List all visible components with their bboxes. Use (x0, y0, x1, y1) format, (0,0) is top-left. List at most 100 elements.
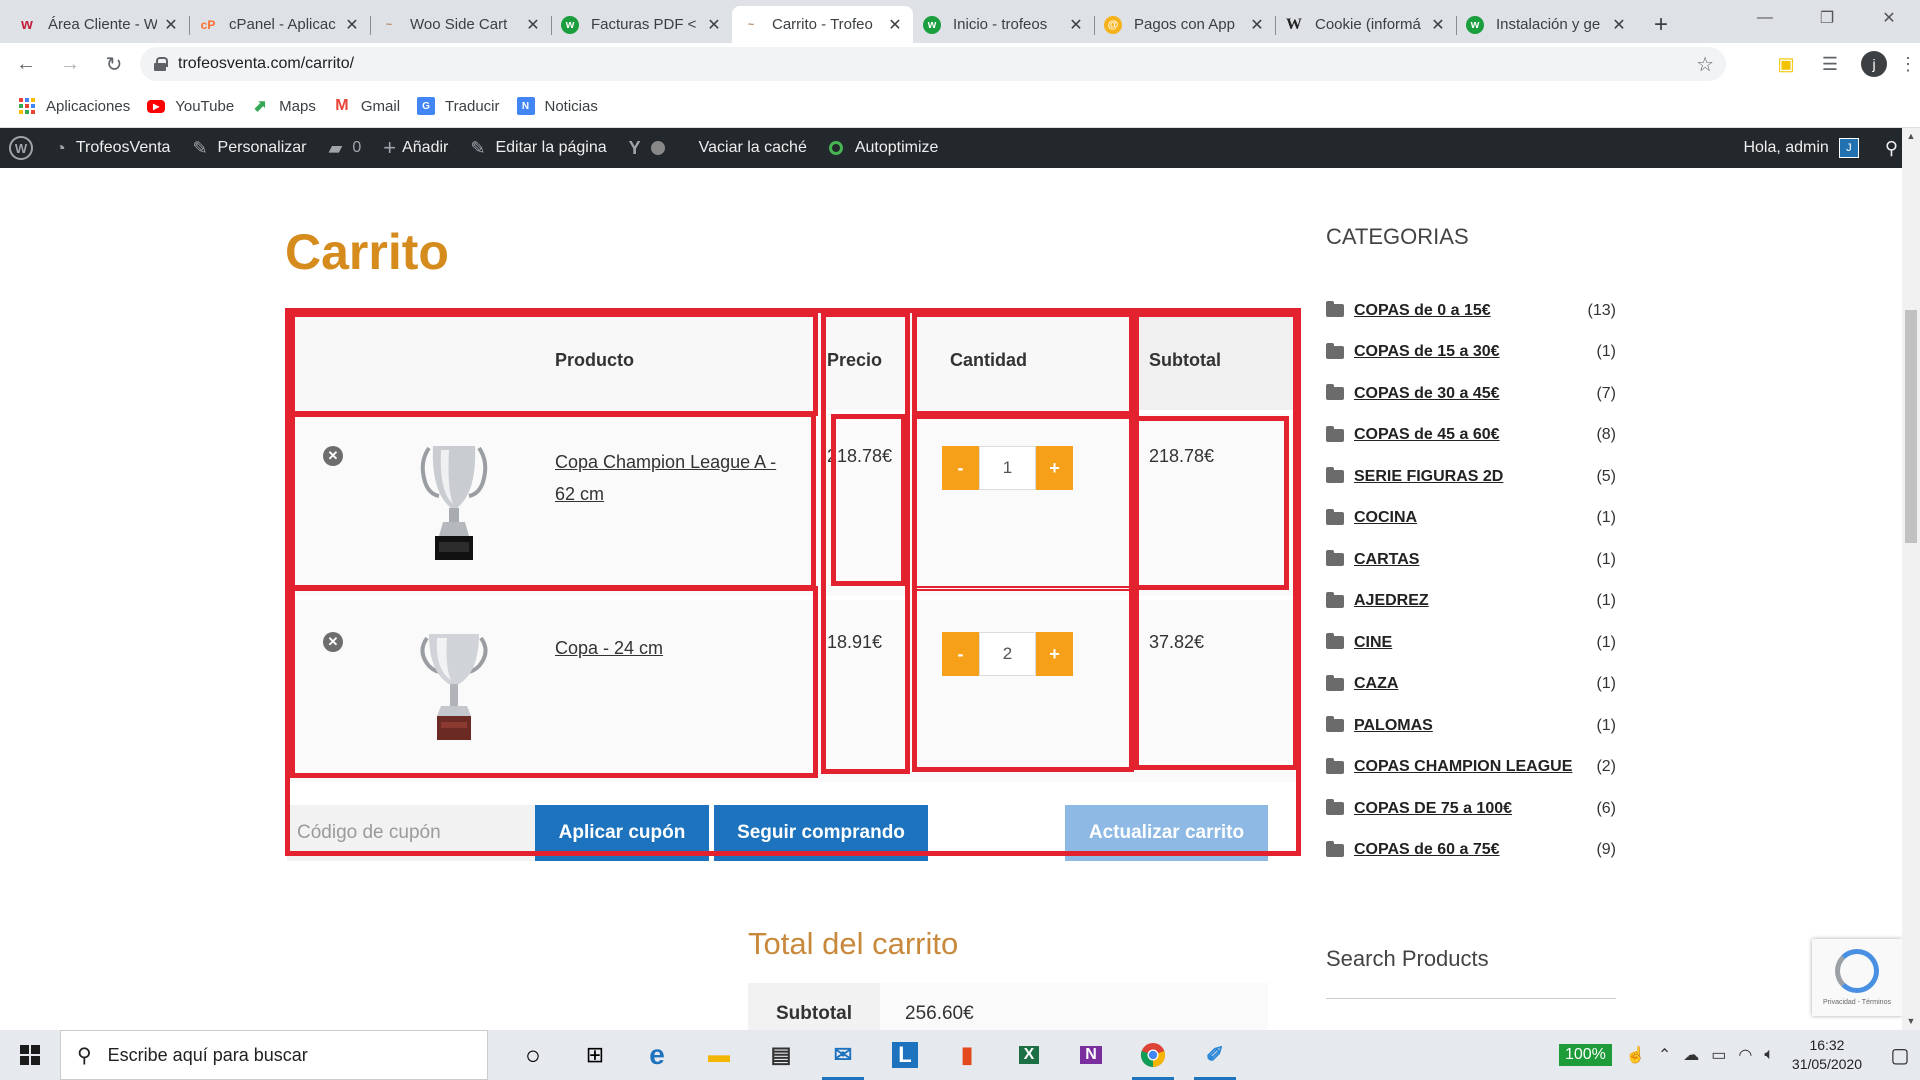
notifications-icon[interactable]: ▢ (1880, 1043, 1920, 1068)
category-link[interactable]: COPAS de 60 a 75€ (1354, 841, 1596, 859)
close-window-icon[interactable]: ✕ (1858, 0, 1920, 36)
bookmark-news[interactable]: N Noticias (516, 97, 598, 115)
category-item[interactable]: COCINA (1) (1326, 498, 1616, 540)
close-icon[interactable]: ✕ (163, 15, 179, 35)
avatar[interactable]: J (1838, 138, 1859, 158)
category-item[interactable]: COPAS DE 75 a 100€ (6) (1326, 788, 1616, 830)
category-item[interactable]: SERIE FIGURAS 2D (5) (1326, 456, 1616, 498)
url-text[interactable]: trofeosventa.com/carrito/ (178, 55, 354, 73)
cortana-icon[interactable]: ○ (502, 1030, 564, 1080)
close-icon[interactable]: ✕ (344, 15, 360, 35)
start-button[interactable] (0, 1030, 60, 1080)
onenote-icon[interactable]: N (1060, 1030, 1122, 1080)
file-explorer-icon[interactable]: ▬ (688, 1030, 750, 1080)
page-scrollbar[interactable]: ▲ ▼ (1902, 128, 1920, 1030)
store-icon[interactable]: ▤ (750, 1030, 812, 1080)
admin-greeting[interactable]: Hola, admin (1743, 139, 1828, 157)
browser-tab[interactable]: W Cookie (informá ✕ (1275, 6, 1456, 43)
lync-icon[interactable]: L (874, 1030, 936, 1080)
close-icon[interactable]: ✕ (1249, 15, 1265, 35)
wordpress-logo-icon[interactable]: W (9, 136, 33, 160)
back-arrow-icon[interactable]: ← (8, 46, 44, 82)
category-link[interactable]: COPAS de 30 a 45€ (1354, 385, 1596, 403)
browser-tab-active[interactable]: ~ Carrito - Trofeo ✕ (732, 6, 913, 43)
lock-icon[interactable] (154, 57, 168, 71)
admin-edit-page-link[interactable]: ✎ Editar la página (470, 138, 606, 159)
admin-comments-link[interactable]: ▰ 0 (328, 138, 361, 159)
browser-tab[interactable]: w Inicio - trofeos ✕ (913, 6, 1094, 43)
category-link[interactable]: COPAS de 0 a 15€ (1354, 302, 1588, 320)
close-icon[interactable]: ✕ (1430, 15, 1446, 35)
admin-site-link[interactable]: ◔ TrofeosVenta (55, 138, 170, 159)
task-view-icon[interactable]: ⊞ (564, 1030, 626, 1080)
category-link[interactable]: SERIE FIGURAS 2D (1354, 468, 1596, 486)
new-tab-button[interactable]: + (1643, 6, 1679, 43)
recaptcha-terms[interactable]: Privacidad - Términos (1823, 999, 1891, 1006)
onedrive-icon[interactable]: ☁ (1683, 1045, 1699, 1065)
category-item[interactable]: PALOMAS (1) (1326, 705, 1616, 747)
restore-icon[interactable]: ❐ (1796, 0, 1858, 36)
bookmark-youtube[interactable]: ▶ YouTube (147, 98, 234, 115)
close-icon[interactable]: ✕ (525, 15, 541, 35)
close-icon[interactable]: ✕ (1068, 15, 1084, 35)
search-icon[interactable]: ⚲ (1885, 138, 1898, 159)
address-bar[interactable]: trofeosventa.com/carrito/ ☆ (140, 47, 1726, 81)
category-item[interactable]: COPAS de 45 a 60€ (8) (1326, 415, 1616, 457)
clock[interactable]: 16:32 31/05/2020 (1792, 1036, 1862, 1074)
bookmark-apps[interactable]: Aplicaciones (18, 97, 130, 115)
category-item[interactable]: COPAS de 0 a 15€ (13) (1326, 290, 1616, 332)
profile-avatar[interactable]: j (1861, 51, 1887, 77)
excel-icon[interactable]: X (998, 1030, 1060, 1080)
close-icon[interactable]: ✕ (887, 15, 903, 35)
mail-icon[interactable]: ✉ (812, 1030, 874, 1080)
chevron-up-icon[interactable]: ⌃ (1658, 1045, 1671, 1065)
minimize-icon[interactable]: — (1734, 0, 1796, 36)
category-item[interactable]: CINE (1) (1326, 622, 1616, 664)
close-icon[interactable]: ✕ (706, 15, 722, 35)
taskbar-search-input[interactable]: ⚲ Escribe aquí para buscar (60, 1030, 488, 1080)
category-item[interactable]: CARTAS (1) (1326, 539, 1616, 581)
category-link[interactable]: CINE (1354, 634, 1596, 652)
browser-tab[interactable]: w Facturas PDF < ✕ (551, 6, 732, 43)
volume-icon[interactable]: 🔈︎ (1764, 1046, 1774, 1064)
category-link[interactable]: COPAS CHAMPION LEAGUE (1354, 758, 1596, 776)
touch-icon[interactable]: ☝ (1626, 1045, 1646, 1065)
browser-tab[interactable]: w Instalación y ge ✕ (1456, 6, 1637, 43)
chrome-icon[interactable] (1122, 1030, 1184, 1080)
forward-arrow-icon[interactable]: → (52, 46, 88, 82)
scroll-down-arrow-icon[interactable]: ▼ (1902, 1013, 1920, 1030)
media-playlist-icon[interactable]: ☰ (1808, 54, 1852, 75)
browser-tab[interactable]: @ Pagos con App ✕ (1094, 6, 1275, 43)
extension-icon[interactable]: ▣ (1764, 54, 1808, 75)
category-link[interactable]: PALOMAS (1354, 717, 1596, 735)
category-item[interactable]: AJEDREZ (1) (1326, 581, 1616, 623)
browser-tab[interactable]: ~ Woo Side Cart ✕ (370, 6, 551, 43)
category-link[interactable]: COPAS de 45 a 60€ (1354, 426, 1596, 444)
scrollbar-thumb[interactable] (1905, 310, 1917, 543)
category-link[interactable]: COPAS de 15 a 30€ (1354, 343, 1596, 361)
scroll-up-arrow-icon[interactable]: ▲ (1902, 128, 1920, 145)
category-link[interactable]: COPAS DE 75 a 100€ (1354, 800, 1596, 818)
recaptcha-badge[interactable]: Privacidad - Términos (1812, 939, 1902, 1016)
admin-yoast-link[interactable]: Y (629, 138, 677, 159)
admin-new-link[interactable]: + Añadir (383, 135, 448, 161)
reload-icon[interactable]: ↻ (96, 46, 132, 82)
category-link[interactable]: AJEDREZ (1354, 592, 1596, 610)
bookmark-gmail[interactable]: M Gmail (333, 97, 400, 115)
bookmark-translate[interactable]: G Traducir (417, 97, 500, 115)
close-icon[interactable]: ✕ (1611, 15, 1627, 35)
battery-icon[interactable]: ▭ (1711, 1045, 1726, 1065)
category-item[interactable]: COPAS CHAMPION LEAGUE (2) (1326, 747, 1616, 789)
bookmark-star-icon[interactable]: ☆ (1696, 52, 1714, 77)
browser-tab[interactable]: w Área Cliente - W ✕ (8, 6, 189, 43)
category-link[interactable]: COCINA (1354, 509, 1596, 527)
edge-icon[interactable]: e (626, 1030, 688, 1080)
category-link[interactable]: CARTAS (1354, 551, 1596, 569)
admin-clear-cache-link[interactable]: Vaciar la caché (699, 139, 807, 157)
admin-autoptimize-link[interactable]: Autoptimize (828, 139, 938, 157)
admin-customize-link[interactable]: ✎ Personalizar (192, 138, 306, 159)
office-icon[interactable]: ▮ (936, 1030, 998, 1080)
category-item[interactable]: COPAS de 30 a 45€ (7) (1326, 373, 1616, 415)
category-item[interactable]: COPAS de 15 a 30€ (1) (1326, 332, 1616, 374)
category-item[interactable]: COPAS de 60 a 75€ (9) (1326, 830, 1616, 872)
